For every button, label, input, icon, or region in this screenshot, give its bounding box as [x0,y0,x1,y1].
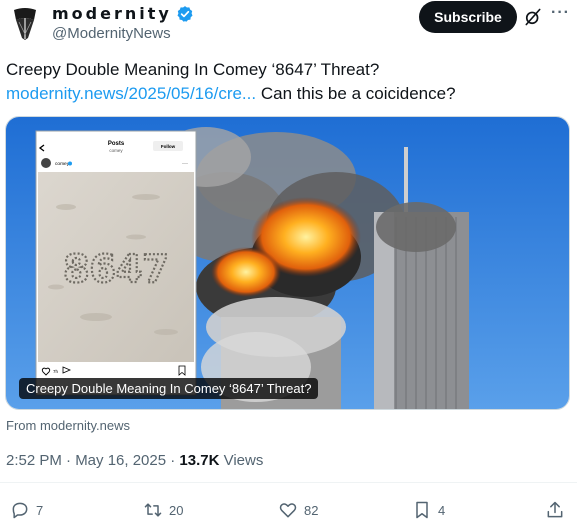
media-caption: Creepy Double Meaning In Comey ‘8647’ Th… [19,378,319,399]
tweet-header: modernity @ModernityNews Subscribe ··· [0,0,577,50]
modernity-logo-icon [6,4,44,42]
divider [0,482,577,483]
source-link[interactable]: From modernity.news [6,418,130,433]
reply-button[interactable]: 7 [10,500,43,520]
bookmark-count: 4 [438,502,446,518]
views-count: 13.7K [179,452,220,469]
svg-text:···: ··· [182,161,188,167]
inset-header-sub: comey [109,148,123,153]
tweet-meta: 2:52 PM · May 16, 2025 · 13.7K Views [6,452,263,469]
grok-icon[interactable] [523,7,543,27]
author-handle[interactable]: @ModernityNews [52,25,171,42]
display-name-text: modernity [52,4,172,23]
verified-badge-icon [177,5,193,22]
tweet-text-line1: Creepy Double Meaning In Comey ‘8647’ Th… [6,60,380,79]
share-icon [547,501,563,518]
display-name[interactable]: modernity [52,4,194,23]
reply-icon [12,502,28,519]
inset-follow-label: Follow [161,144,176,149]
tweet-text: Creepy Double Meaning In Comey ‘8647’ Th… [6,58,566,106]
bookmark-button[interactable]: 4 [412,500,445,520]
bookmark-icon [416,501,428,519]
article-link[interactable]: modernity.news/2025/05/16/cre... [6,84,256,103]
subscribe-button[interactable]: Subscribe [419,1,517,33]
media-image: Posts comey Follow comey ··· 8647 7h [6,117,569,409]
like-count: 82 [304,502,319,518]
media-card[interactable]: Posts comey Follow comey ··· 8647 7h Cre… [5,116,570,410]
inset-sand-text: 8647 [63,247,169,291]
reply-count: 7 [36,502,44,518]
more-options-icon[interactable]: ··· [551,4,570,22]
share-button[interactable] [545,500,571,520]
repost-count: 20 [169,502,184,518]
repost-button[interactable]: 20 [143,500,183,520]
repost-icon [144,503,162,517]
like-button[interactable]: 82 [278,500,318,520]
timestamp[interactable]: 2:52 PM · May 16, 2025 · [6,452,179,469]
inset-header-title: Posts [108,141,125,147]
avatar[interactable] [6,4,44,42]
heart-icon [279,503,297,518]
views-label: Views [219,452,264,469]
inset-username: comey [55,162,70,167]
tweet-text-line2: Can this be a coicidence? [260,84,456,103]
inset-like-count: 7h [53,369,59,374]
